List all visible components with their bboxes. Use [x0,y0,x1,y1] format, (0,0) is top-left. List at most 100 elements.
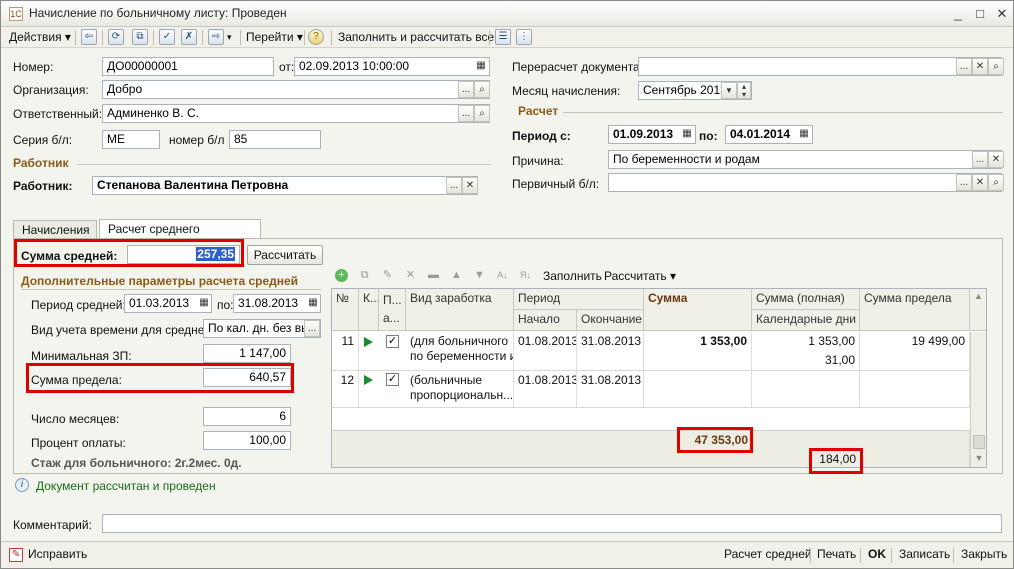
copy-row-icon[interactable]: ⧉ [358,269,371,282]
recalc-field[interactable] [638,57,1002,76]
tab-average-earnings[interactable]: Расчет среднего заработка [99,219,261,254]
col-header-limit-sum[interactable]: Сумма предела [860,289,970,331]
col-header-period[interactable]: Период [514,289,644,310]
sort-desc-icon[interactable]: Я↓ [519,269,532,282]
row-2-full-sum[interactable] [752,371,860,407]
date-field[interactable]: 02.09.2013 10:00:00 [294,57,490,76]
search-icon[interactable]: ⌕ [988,174,1004,191]
move-up-icon[interactable]: ▲ [450,269,463,282]
col-header-full-sum[interactable]: Сумма (полная) [752,289,860,310]
clear-icon[interactable]: ✕ [972,174,988,191]
col-header-earning-kind[interactable]: Вид заработка [406,289,514,331]
based-on-icon[interactable]: ⇨ [208,29,224,45]
row-1-earning-kind[interactable]: (для больничного по беременности и [406,332,514,370]
clear-icon[interactable]: ✕ [972,58,988,75]
col-header-p[interactable]: П... а... [379,289,406,331]
edit-row-icon[interactable]: ✎ [381,269,394,282]
structure-icon[interactable]: ☰ [495,29,511,45]
unpost-icon[interactable]: ✗ [181,29,197,45]
close-icon[interactable]: ✕ [993,5,1011,23]
add-row-icon[interactable]: + [335,269,348,282]
grid-calc-menu[interactable]: Рассчитать ▾ [604,269,676,283]
calendar-icon[interactable]: ▦ [679,126,695,143]
save-button[interactable]: Записать [899,547,950,561]
scroll-down-icon[interactable]: ▼ [970,451,986,467]
sheet-number-field[interactable]: 85 [229,130,321,149]
clear-icon[interactable]: ✕ [988,151,1004,168]
calculate-button[interactable]: Рассчитать [247,245,323,265]
months-count-field[interactable]: 6 [203,407,291,426]
back-icon[interactable]: ⇦ [81,29,97,45]
help-icon[interactable]: ? [308,29,324,45]
organization-field[interactable]: Добро [102,80,490,99]
scroll-up-icon[interactable]: ▲ [970,289,986,331]
search-icon[interactable]: ⌕ [474,81,490,98]
end-edit-icon[interactable]: ▬ [427,269,440,282]
payment-percent-field[interactable]: 100,00 [203,431,291,450]
row-1-limit-sum[interactable]: 19 499,00 [860,332,970,370]
post-icon[interactable]: ✓ [159,29,175,45]
print-button[interactable]: Печать [817,547,856,561]
select-ellipsis-icon[interactable]: ... [458,81,474,98]
maximize-icon[interactable]: □ [971,5,989,23]
row-2-limit-sum[interactable] [860,371,970,407]
select-ellipsis-icon[interactable]: ... [458,105,474,122]
calendar-icon[interactable]: ▦ [305,295,321,312]
col-header-sum[interactable]: Сумма [644,289,752,331]
min-wage-field[interactable]: 1 147,00 [203,344,291,363]
row-1-end[interactable]: 31.08.2013 [577,332,644,370]
select-ellipsis-icon[interactable]: ... [446,177,462,194]
delete-row-icon[interactable]: ✕ [404,269,417,282]
col-header-k[interactable]: К... [359,289,379,331]
row-2-checkbox[interactable]: ✓ [386,373,399,386]
row-1-sum[interactable]: 1 353,00 [644,332,752,370]
minimize-icon[interactable]: _ [949,5,967,23]
select-ellipsis-icon[interactable]: ... [956,58,972,75]
settings-list-icon[interactable]: ⋮ [516,29,532,45]
primary-sheet-field[interactable] [608,173,1002,192]
tab-accruals[interactable]: Начисления [13,220,97,239]
ok-button[interactable]: OK [868,547,886,561]
search-icon[interactable]: ⌕ [474,105,490,122]
refresh-icon[interactable]: ⟳ [108,29,124,45]
fill-calc-all-button[interactable]: Заполнить и рассчитать все [338,28,494,46]
calendar-icon[interactable]: ▦ [796,126,812,143]
comment-field[interactable] [102,514,1002,533]
calendar-icon[interactable]: ▦ [196,295,212,312]
based-on-dropdown-icon[interactable]: ▾ [227,28,232,46]
close-button[interactable]: Закрыть [961,547,1007,561]
row-2-number[interactable]: 12 [332,371,359,407]
responsible-field[interactable]: Админенко В. С. [102,104,490,123]
row-2-end[interactable]: 31.08.2013 [577,371,644,407]
spin-icon[interactable]: ▴ ▾ [737,82,751,99]
grid-fill-button[interactable]: Заполнить [543,269,602,283]
col-header-start[interactable]: Начало [514,310,577,331]
fix-button[interactable]: Исправить [28,547,87,561]
row-1-full-sum[interactable]: 1 353,00 [752,332,860,351]
select-ellipsis-icon[interactable]: ... [972,151,988,168]
row-1-checkbox[interactable]: ✓ [386,335,399,348]
select-ellipsis-icon[interactable]: ... [956,174,972,191]
row-2-earning-kind[interactable]: (больничные пропорциональн... [406,371,514,407]
reason-field[interactable]: По беременности и родам [608,150,1002,169]
row-1-calendar-days[interactable]: 31,00 [752,351,860,370]
series-field[interactable]: МЕ [102,130,160,149]
select-ellipsis-icon[interactable]: ... [304,320,320,337]
sort-asc-icon[interactable]: A↓ [496,269,509,282]
clear-icon[interactable]: ✕ [462,177,478,194]
dropdown-icon[interactable]: ▼ [721,82,737,99]
search-icon[interactable]: ⌕ [988,58,1004,75]
number-field[interactable]: ДО00000001 [102,57,274,76]
row-2-sum[interactable] [644,371,752,407]
move-down-icon[interactable]: ▼ [473,269,486,282]
scroll-thumb[interactable] [973,435,985,449]
goto-menu[interactable]: Перейти ▾ [246,28,303,46]
calendar-icon[interactable]: ▦ [473,58,489,75]
row-1-start[interactable]: 01.08.2013 [514,332,577,370]
actions-menu[interactable]: Действия ▾ [9,28,71,46]
copy-icon[interactable]: ⧉ [132,29,148,45]
col-header-end[interactable]: Окончание [577,310,644,331]
col-header-calendar-days[interactable]: Календарные дни [752,310,860,331]
row-1-number[interactable]: 11 [332,332,359,370]
worker-field[interactable]: Степанова Валентина Петровна [92,176,478,195]
